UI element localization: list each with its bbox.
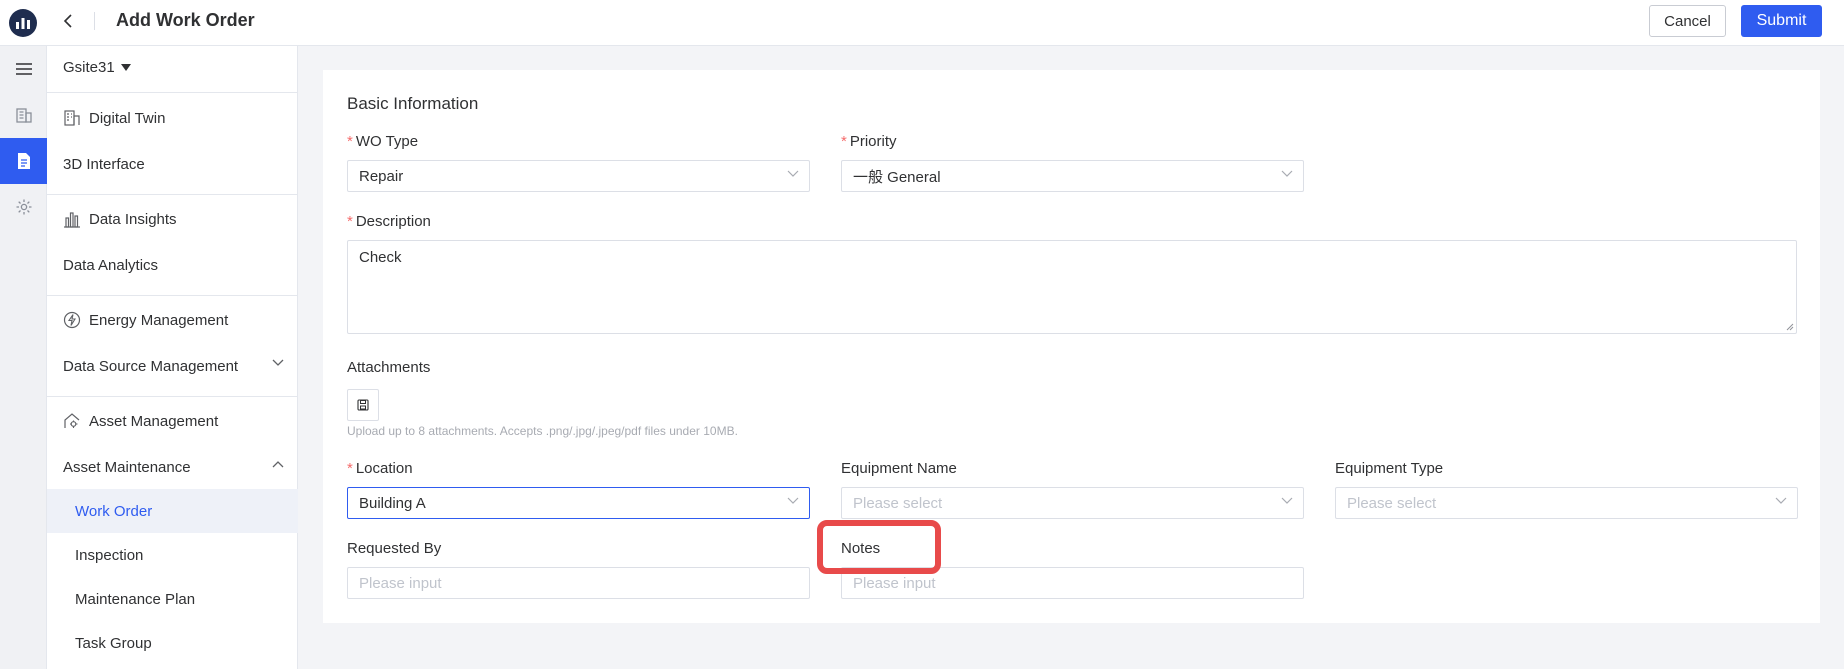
wo-type-label-text: WO Type	[355, 133, 419, 150]
nav-item-data-source-management[interactable]: Data Source Management	[47, 344, 298, 388]
priority-select[interactable]: 一般 General	[841, 160, 1304, 192]
house-gear-icon	[64, 413, 80, 428]
site-name: Gsite31	[63, 59, 115, 76]
nav-item-inspection[interactable]: Inspection	[47, 533, 298, 577]
nav-item-label: Data Analytics	[63, 256, 159, 274]
site-selector[interactable]: Gsite31	[63, 59, 131, 76]
document-icon[interactable]	[0, 138, 47, 184]
notes-placeholder: Please input	[853, 574, 936, 592]
location-label-text: Location	[355, 460, 413, 477]
side-navigation: Gsite31 Digital Twin 3D Interface Data I…	[47, 46, 298, 669]
page-title: Add Work Order	[116, 10, 255, 30]
nav-divider	[47, 295, 298, 296]
nav-group-digital-twin: Digital Twin	[63, 109, 165, 127]
building-chart-icon	[64, 110, 80, 126]
chevron-down-icon	[787, 497, 799, 504]
nav-group-asset-management: Asset Management	[63, 412, 218, 430]
priority-value: 一般 General	[853, 168, 941, 186]
description-label-text: Description	[355, 213, 431, 230]
description-value: Check	[359, 249, 402, 266]
menu-icon[interactable]	[0, 46, 47, 92]
save-file-icon	[357, 399, 369, 411]
nav-item-label: Data Source Management	[63, 357, 239, 375]
header-divider	[94, 12, 95, 30]
requested-by-label: Requested By	[347, 540, 442, 557]
chevron-down-icon	[1281, 170, 1293, 177]
cancel-button[interactable]: Cancel	[1649, 5, 1726, 37]
equipment-name-placeholder: Please select	[853, 494, 943, 512]
requested-by-placeholder: Please input	[359, 574, 442, 592]
chevron-down-icon	[272, 359, 284, 366]
top-bar: Add Work Order Cancel Submit	[0, 0, 1844, 46]
gear-icon[interactable]	[0, 184, 47, 230]
location-value: Building A	[359, 494, 426, 512]
required-mark: *	[347, 133, 353, 150]
location-select[interactable]: Building A	[347, 487, 810, 519]
caret-down-icon	[120, 63, 131, 71]
wo-type-select[interactable]: Repair	[347, 160, 810, 192]
requested-by-input[interactable]: Please input	[347, 567, 810, 599]
nav-item-data-analytics[interactable]: Data Analytics	[47, 243, 298, 287]
nav-item-3d-interface[interactable]: 3D Interface	[47, 142, 298, 186]
nav-divider	[47, 92, 298, 93]
nav-item-label: Asset Maintenance	[63, 458, 191, 476]
nav-group-label: Energy Management	[89, 311, 229, 329]
nav-group-label: Digital Twin	[89, 109, 166, 127]
description-textarea[interactable]: Check	[347, 240, 1797, 334]
nav-item-label: Inspection	[75, 546, 144, 564]
description-label: * Description	[347, 213, 431, 230]
required-mark: *	[347, 460, 353, 477]
nav-item-label: 3D Interface	[63, 155, 145, 173]
energy-icon	[63, 311, 81, 329]
nav-group-label: Asset Management	[89, 412, 219, 430]
nav-item-asset-maintenance[interactable]: Asset Maintenance	[47, 445, 298, 489]
equipment-name-label: Equipment Name	[841, 460, 957, 477]
required-mark: *	[347, 213, 353, 230]
equipment-type-placeholder: Please select	[1347, 494, 1437, 512]
nav-group-label: Data Insights	[89, 210, 177, 228]
priority-label-text: Priority	[849, 133, 897, 150]
equipment-type-select[interactable]: Please select	[1335, 487, 1798, 519]
work-order-form-card: Basic Information * WO Type Repair * Prior…	[323, 70, 1820, 623]
nav-item-task-group[interactable]: Task Group	[47, 621, 298, 665]
nav-divider	[47, 194, 298, 195]
back-arrow-icon[interactable]	[58, 11, 78, 31]
attachments-hint: Upload up to 8 attachments. Accepts .png…	[347, 424, 738, 438]
required-mark: *	[841, 133, 847, 150]
app-logo-icon[interactable]	[9, 9, 37, 37]
equipment-type-label: Equipment Type	[1335, 460, 1444, 477]
section-title: Basic Information	[347, 94, 479, 113]
nav-group-energy-management: Energy Management	[63, 311, 228, 329]
location-label: * Location	[347, 460, 413, 477]
nav-item-label: Maintenance Plan	[75, 590, 196, 608]
submit-button[interactable]: Submit	[1741, 5, 1822, 37]
attachments-label: Attachments	[347, 359, 431, 376]
nav-item-maintenance-plan[interactable]: Maintenance Plan	[47, 577, 298, 621]
highlight-box	[817, 520, 941, 574]
icon-rail	[0, 46, 47, 669]
chevron-down-icon	[1281, 497, 1293, 504]
chevron-down-icon	[1775, 497, 1787, 504]
nav-item-work-order[interactable]: Work Order	[47, 489, 298, 533]
equipment-name-select[interactable]: Please select	[841, 487, 1304, 519]
nav-item-label: Task Group	[75, 634, 152, 652]
resize-handle-icon[interactable]	[1786, 323, 1794, 331]
bar-chart-icon	[64, 212, 80, 228]
chevron-down-icon	[787, 170, 799, 177]
wo-type-label: * WO Type	[347, 133, 418, 150]
nav-item-label: Work Order	[75, 502, 153, 520]
priority-label: * Priority	[841, 133, 897, 150]
wo-type-value: Repair	[359, 167, 404, 185]
nav-group-data-insights: Data Insights	[63, 210, 177, 228]
chevron-up-icon	[272, 461, 284, 468]
building-icon[interactable]	[0, 92, 47, 138]
upload-button[interactable]	[347, 389, 379, 421]
nav-divider	[47, 396, 298, 397]
